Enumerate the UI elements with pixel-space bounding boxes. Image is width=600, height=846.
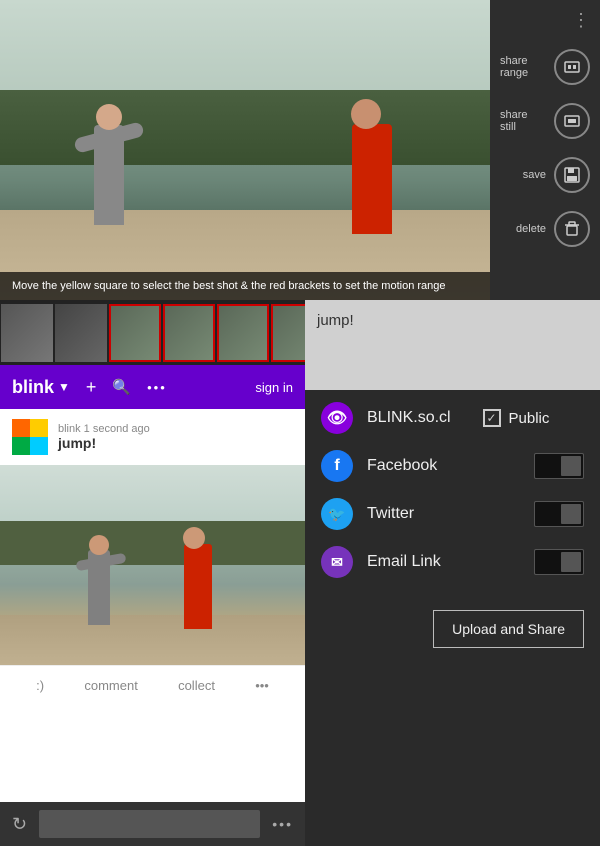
feed-panel: blink 1 second ago jump! :) comment coll… <box>0 409 305 846</box>
bottom-bar: ↻ ••• <box>0 802 305 846</box>
share-email-row: ✉ Email Link <box>321 546 584 578</box>
email-label: Email Link <box>367 553 520 571</box>
blink-chevron-icon: ▼ <box>58 380 70 394</box>
delete-icon <box>554 211 590 247</box>
facebook-toggle[interactable] <box>534 453 584 479</box>
public-checkbox[interactable]: ✓ <box>483 409 501 427</box>
email-toggle[interactable] <box>534 549 584 575</box>
photo-section: Move the yellow square to select the bes… <box>0 0 490 300</box>
share-facebook-row: f Facebook <box>321 450 584 482</box>
blink-share-icon: 👁 <box>321 402 353 434</box>
more-actions-button[interactable]: ••• <box>255 678 269 693</box>
twitter-toggle[interactable] <box>534 501 584 527</box>
delete-button[interactable]: delete <box>490 203 600 255</box>
add-button[interactable]: + <box>86 377 97 398</box>
refresh-icon[interactable]: ↻ <box>12 814 27 835</box>
feed-post-title: jump! <box>58 435 150 451</box>
public-checkbox-container[interactable]: ✓ Public <box>483 409 585 427</box>
collect-button[interactable]: collect <box>178 678 215 693</box>
share-caption-area: jump! <box>305 300 600 390</box>
react-button[interactable]: :) <box>36 678 44 693</box>
share-panel: jump! 👁 BLINK.so.cl ✓ Public f Facebook … <box>305 300 600 846</box>
search-input[interactable] <box>39 810 260 838</box>
share-blink-row: 👁 BLINK.so.cl ✓ Public <box>321 402 584 434</box>
twitter-label: Twitter <box>367 505 520 523</box>
share-still-icon <box>554 103 590 139</box>
save-button[interactable]: save <box>490 149 600 201</box>
blink-logo: blink ▼ <box>12 377 70 398</box>
feed-header: blink 1 second ago jump! <box>0 409 305 465</box>
film-frame[interactable] <box>1 304 53 362</box>
comment-button[interactable]: comment <box>84 678 137 693</box>
share-still-label: share still <box>500 109 546 133</box>
film-frame[interactable] <box>109 304 161 362</box>
film-frame[interactable] <box>163 304 215 362</box>
email-icon: ✉ <box>321 546 353 578</box>
share-range-icon <box>554 49 590 85</box>
film-frame[interactable] <box>55 304 107 362</box>
facebook-label: Facebook <box>367 457 520 475</box>
blink-share-label: BLINK.so.cl <box>367 409 469 427</box>
photo-caption: Move the yellow square to select the bes… <box>0 272 490 300</box>
film-frame[interactable] <box>217 304 269 362</box>
app-bar: blink ▼ + 🔍 ••• sign in <box>0 365 305 409</box>
feed-image <box>0 465 305 665</box>
feed-username: blink 1 second ago <box>58 423 150 435</box>
avatar <box>12 419 48 455</box>
share-range-label: share range <box>500 55 546 79</box>
share-options: 👁 BLINK.so.cl ✓ Public f Facebook 🐦 Twit… <box>305 390 600 590</box>
share-range-button[interactable]: share range <box>490 41 600 93</box>
bottom-more-icon[interactable]: ••• <box>272 816 293 832</box>
upload-share-button[interactable]: Upload and Share <box>433 610 584 648</box>
share-still-button[interactable]: share still <box>490 95 600 147</box>
facebook-icon: f <box>321 450 353 482</box>
save-label: save <box>523 169 546 181</box>
feed-actions: :) comment collect ••• <box>0 665 305 705</box>
share-caption-text: jump! <box>317 312 354 329</box>
delete-label: delete <box>516 223 546 235</box>
twitter-icon: 🐦 <box>321 498 353 530</box>
save-icon <box>554 157 590 193</box>
more-options-button[interactable]: ••• <box>147 380 167 395</box>
panel-dots: ⋮ <box>572 10 592 31</box>
right-action-panel: ⋮ share range share still save <box>490 0 600 300</box>
public-label: Public <box>509 410 550 427</box>
search-button[interactable]: 🔍 <box>112 378 131 396</box>
sign-in-button[interactable]: sign in <box>255 380 293 395</box>
share-twitter-row: 🐦 Twitter <box>321 498 584 530</box>
